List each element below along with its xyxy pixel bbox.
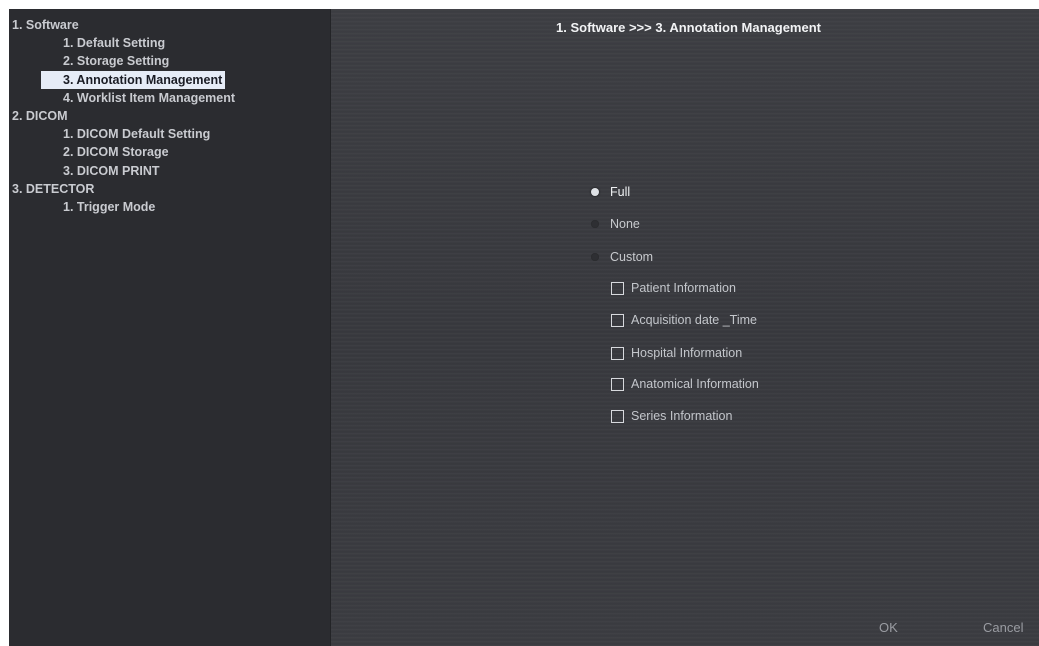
checkbox-series-information[interactable]: Series Information — [611, 406, 732, 426]
tree-item-software[interactable]: 1. Software — [9, 16, 331, 34]
tree-item-dicom-default-setting[interactable]: 1. DICOM Default Setting — [9, 125, 331, 143]
tree-item-label: 3. Annotation Management — [41, 70, 226, 89]
radio-label-custom: Custom — [610, 250, 654, 264]
checkbox-unchecked-icon — [611, 346, 624, 360]
tree-item-dicom-print[interactable]: 3. DICOM PRINT — [9, 162, 331, 180]
checkbox-acquisition-date-time[interactable]: Acquisition date _Time — [611, 310, 757, 330]
checkbox-label: Series Information — [631, 409, 733, 423]
ok-button[interactable]: OK — [879, 620, 898, 635]
tree-item-label: 3. DICOM PRINT — [63, 163, 160, 178]
settings-tree-panel: 1. Software 1. Default Setting 2. Storag… — [9, 9, 331, 646]
radio-custom[interactable]: Custom — [591, 247, 653, 267]
tree-item-worklist-item-management[interactable]: 4. Worklist Item Management — [9, 89, 331, 107]
tree-item-label: 3. DETECTOR — [12, 181, 95, 196]
radio-none[interactable]: None — [591, 214, 640, 234]
radio-unselected-dot-icon — [591, 220, 599, 228]
tree-item-label: 4. Worklist Item Management — [63, 90, 236, 105]
radio-full[interactable]: Full — [591, 182, 630, 202]
radio-label-full: Full — [610, 185, 631, 199]
tree-item-storage-setting[interactable]: 2. Storage Setting — [9, 52, 331, 70]
tree-item-label: 1. Software — [12, 18, 79, 32]
checkbox-unchecked-icon — [611, 409, 624, 423]
radio-selected-dot-icon — [591, 188, 599, 196]
checkbox-label: Patient Information — [631, 281, 736, 295]
checkbox-anatomical-information[interactable]: Anatomical Information — [611, 374, 759, 394]
checkbox-patient-information[interactable]: Patient Information — [611, 278, 736, 298]
settings-tree: 1. Software 1. Default Setting 2. Storag… — [9, 16, 331, 216]
tree-item-label: 2. Storage Setting — [63, 54, 170, 69]
checkbox-unchecked-icon — [611, 281, 624, 295]
checkbox-unchecked-icon — [611, 313, 624, 327]
tree-item-trigger-mode[interactable]: 1. Trigger Mode — [9, 198, 331, 216]
tree-item-detector[interactable]: 3. DETECTOR — [9, 180, 331, 198]
checkbox-unchecked-icon — [611, 377, 624, 391]
tree-item-label: 2. DICOM Storage — [63, 145, 169, 160]
tree-item-label: 2. DICOM — [12, 108, 68, 123]
tree-item-label: 1. Default Setting — [63, 36, 166, 51]
tree-item-default-setting[interactable]: 1. Default Setting — [9, 34, 331, 52]
checkbox-label: Hospital Information — [631, 346, 743, 360]
cancel-button[interactable]: Cancel — [983, 620, 1023, 635]
checkbox-label: Acquisition date _Time — [631, 313, 757, 327]
tree-item-label: 1. Trigger Mode — [63, 199, 156, 214]
tree-item-annotation-management[interactable]: 3. Annotation Management — [9, 70, 331, 89]
radio-unselected-dot-icon — [591, 253, 599, 261]
settings-content-panel: 1. Software >>> 3. Annotation Management… — [331, 9, 1039, 646]
checkbox-hospital-information[interactable]: Hospital Information — [611, 343, 742, 363]
breadcrumb: 1. Software >>> 3. Annotation Management — [556, 20, 821, 35]
radio-label-none: None — [610, 217, 640, 231]
tree-item-dicom-storage[interactable]: 2. DICOM Storage — [9, 143, 331, 161]
checkbox-label: Anatomical Information — [631, 377, 759, 391]
tree-item-dicom[interactable]: 2. DICOM — [9, 107, 331, 125]
settings-window: 1. Software 1. Default Setting 2. Storag… — [9, 9, 1039, 646]
tree-item-label: 1. DICOM Default Setting — [63, 127, 211, 142]
